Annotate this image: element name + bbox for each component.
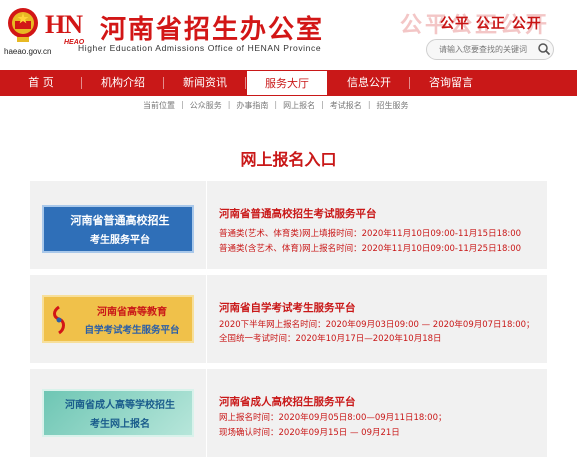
site-title[interactable]: 河南省招生办公室 xyxy=(100,9,324,46)
card-title[interactable]: 河南省成人高校招生服务平台 xyxy=(219,394,356,409)
breadcrumb-separator: | xyxy=(274,100,278,109)
nav-item-home[interactable]: 首 页 xyxy=(0,70,82,96)
banner-line2: 自学考试考生服务平台 xyxy=(84,325,180,336)
portal-card-self-study-exam[interactable]: 河南省高等教育 自学考试考生服务平台 河南省自学考试考生服务平台 2020下半年… xyxy=(30,275,547,363)
banner-self-study-exam[interactable]: 河南省高等教育 自学考试考生服务平台 xyxy=(42,295,194,343)
slogan: 公平 公正 公开 xyxy=(440,16,542,32)
breadcrumb-separator: | xyxy=(367,100,371,109)
main-nav: 首 页 机构介绍 新闻资讯 服务大厅 信息公开 咨询留言 xyxy=(0,70,577,96)
search-input[interactable]: 请输入您要查找的关键词 xyxy=(426,39,554,60)
banner-line1: 河南省成人高等学校招生 xyxy=(65,400,175,411)
national-emblem-icon xyxy=(8,8,38,42)
breadcrumb-item: 当前位置 xyxy=(143,101,175,110)
breadcrumb-item[interactable]: 公众服务 xyxy=(190,100,222,111)
portal-card-adult-admission[interactable]: 河南省成人高等学校招生 考生网上报名 河南省成人高校招生服务平台 网上报名时间：… xyxy=(30,369,547,457)
banner-line1: 河南省高等教育 xyxy=(97,307,167,318)
site-title-en: Higher Education Admissions Office of HE… xyxy=(78,43,322,53)
breadcrumb: 当前位置 | 公众服务 | 办事指南 | 网上报名 | 考试报名 | 招生服务 xyxy=(143,100,409,111)
page-title: 网上报名入口 xyxy=(240,150,337,169)
site-header: haeao.gov.cn HN HEAO 河南省招生办公室 Higher Edu… xyxy=(0,0,577,68)
portal-card-general-admission[interactable]: 河南省普通高校招生 考生服务平台 河南省普通高校招生考试服务平台 普通类(艺术、… xyxy=(30,181,547,269)
nav-item-disclosure[interactable]: 信息公开 xyxy=(328,70,410,96)
site-url[interactable]: haeao.gov.cn xyxy=(4,47,51,56)
breadcrumb-item[interactable]: 考试报名 xyxy=(330,100,362,111)
banner-line2: 考生服务平台 xyxy=(90,235,150,246)
card-info-line: 普通类(含艺术、体育)网上报名时间：2020年11月10日09:00-11月25… xyxy=(219,244,522,254)
breadcrumb-separator: | xyxy=(227,100,231,109)
search-icon[interactable] xyxy=(537,42,551,56)
card-info-line: 现场确认时间：2020年09月15日 — 09月21日 xyxy=(219,428,400,438)
card-title[interactable]: 河南省普通高校招生考试服务平台 xyxy=(219,206,377,221)
card-divider xyxy=(206,275,207,363)
banner-general-admission[interactable]: 河南省普通高校招生 考生服务平台 xyxy=(42,205,194,253)
card-divider xyxy=(206,369,207,457)
card-info-line: 普通类(艺术、体育类)网上填报时间：2020年11月10日09:00-11月15… xyxy=(219,229,522,239)
nav-item-about[interactable]: 机构介绍 xyxy=(82,70,164,96)
breadcrumb-item[interactable]: 招生服务 xyxy=(377,100,409,111)
site-logo[interactable]: HN xyxy=(45,10,83,40)
banner-line1: 河南省普通高校招生 xyxy=(70,214,170,227)
breadcrumb-separator: | xyxy=(181,100,184,109)
banner-adult-admission[interactable]: 河南省成人高等学校招生 考生网上报名 xyxy=(42,389,194,437)
nav-item-consult[interactable]: 咨询留言 xyxy=(410,70,492,96)
card-info-line: 网上报名时间：2020年09月05日8:00—09月11日18:00； xyxy=(219,413,447,423)
nav-item-services[interactable]: 服务大厅 xyxy=(246,70,328,96)
card-info-line: 2020下半年网上报名时间：2020年09月03日09:00 — 2020年09… xyxy=(219,320,535,330)
breadcrumb-item[interactable]: 办事指南 xyxy=(236,100,268,111)
breadcrumb-item[interactable]: 网上报名 xyxy=(283,100,315,111)
card-title[interactable]: 河南省自学考试考生服务平台 xyxy=(219,300,356,315)
nav-item-news[interactable]: 新闻资讯 xyxy=(164,70,246,96)
card-info-line: 全国统一考试时间：2020年10月17日—2020年10月18日 xyxy=(219,334,442,344)
breadcrumb-separator: | xyxy=(321,100,324,109)
card-divider xyxy=(206,181,207,269)
banner-line2: 考生网上报名 xyxy=(90,419,150,430)
